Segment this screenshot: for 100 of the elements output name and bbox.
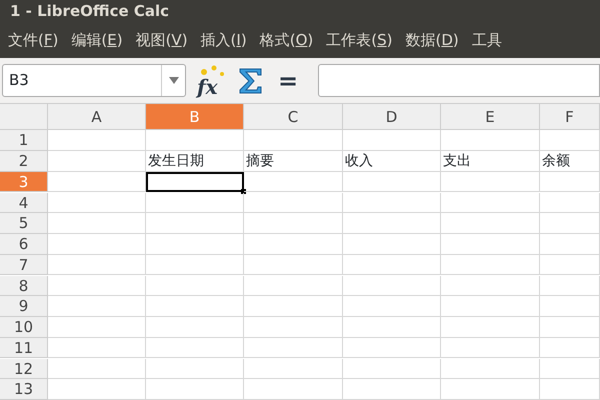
row-header[interactable]: 12 bbox=[0, 358, 48, 379]
row-header[interactable]: 13 bbox=[0, 379, 48, 400]
grid-cell[interactable] bbox=[343, 338, 441, 358]
grid-cell[interactable] bbox=[146, 213, 244, 234]
grid-cell[interactable] bbox=[343, 213, 441, 234]
grid-cell[interactable] bbox=[441, 254, 540, 276]
grid-cell[interactable] bbox=[244, 338, 343, 358]
menu-item[interactable]: 文件(F) bbox=[8, 28, 58, 52]
grid-cell[interactable] bbox=[540, 276, 600, 296]
grid-cell[interactable] bbox=[146, 379, 244, 400]
grid-cell[interactable]: 余额 bbox=[540, 151, 600, 172]
grid-cell[interactable] bbox=[343, 276, 441, 296]
grid-cell[interactable] bbox=[244, 192, 343, 213]
grid-cell[interactable] bbox=[48, 172, 146, 192]
grid-cell[interactable] bbox=[441, 276, 540, 296]
row-header[interactable]: 6 bbox=[0, 234, 48, 254]
grid-cell[interactable]: 摘要 bbox=[244, 151, 343, 172]
grid-cell[interactable] bbox=[244, 130, 343, 151]
grid-cell[interactable] bbox=[48, 317, 146, 338]
grid-cell[interactable]: 支出 bbox=[441, 151, 540, 172]
grid-cell[interactable] bbox=[343, 192, 441, 213]
grid-cell[interactable] bbox=[540, 213, 600, 234]
grid-cell[interactable] bbox=[343, 234, 441, 254]
grid-cell[interactable] bbox=[441, 192, 540, 213]
grid-cell[interactable] bbox=[540, 172, 600, 192]
grid-cell[interactable] bbox=[146, 358, 244, 379]
grid-cell[interactable] bbox=[146, 276, 244, 296]
fill-handle[interactable] bbox=[241, 189, 246, 194]
dropdown-arrow-icon[interactable] bbox=[168, 77, 178, 84]
menu-item[interactable]: 工具 bbox=[472, 28, 502, 52]
grid-cell[interactable] bbox=[48, 130, 146, 151]
grid-cell[interactable] bbox=[343, 379, 441, 400]
grid-cell[interactable] bbox=[48, 192, 146, 213]
grid-cell[interactable] bbox=[48, 358, 146, 379]
grid-cell[interactable] bbox=[441, 172, 540, 192]
column-header[interactable]: F bbox=[540, 104, 600, 130]
grid-cell[interactable] bbox=[540, 338, 600, 358]
grid-cell[interactable] bbox=[540, 130, 600, 151]
row-header[interactable]: 8 bbox=[0, 276, 48, 296]
grid-cell[interactable] bbox=[540, 254, 600, 276]
menu-item[interactable]: 视图(V) bbox=[136, 28, 188, 52]
row-header[interactable]: 7 bbox=[0, 254, 48, 276]
grid-cell[interactable] bbox=[343, 130, 441, 151]
grid-cell[interactable] bbox=[48, 234, 146, 254]
column-header[interactable]: C bbox=[244, 104, 343, 130]
grid-cell[interactable] bbox=[540, 192, 600, 213]
grid-cell[interactable] bbox=[244, 317, 343, 338]
grid-cell[interactable]: 发生日期 bbox=[146, 151, 244, 172]
name-box[interactable]: B3 bbox=[2, 64, 186, 97]
grid-cell[interactable] bbox=[48, 213, 146, 234]
active-cell[interactable] bbox=[146, 172, 244, 192]
grid-cell[interactable] bbox=[441, 213, 540, 234]
sum-icon[interactable] bbox=[238, 66, 264, 94]
grid-cell[interactable] bbox=[441, 296, 540, 317]
grid-cell[interactable] bbox=[343, 254, 441, 276]
grid-cell[interactable] bbox=[48, 254, 146, 276]
grid-cell[interactable] bbox=[441, 317, 540, 338]
row-header[interactable]: 4 bbox=[0, 192, 48, 213]
grid-cell[interactable] bbox=[146, 317, 244, 338]
grid-cell[interactable] bbox=[343, 317, 441, 338]
grid-cell[interactable] bbox=[146, 192, 244, 213]
grid-cell[interactable] bbox=[441, 338, 540, 358]
grid-cell[interactable] bbox=[540, 317, 600, 338]
formula-input[interactable] bbox=[318, 64, 600, 97]
grid-cell[interactable] bbox=[146, 296, 244, 317]
function-button[interactable]: = bbox=[272, 68, 304, 92]
grid-cell[interactable] bbox=[441, 358, 540, 379]
grid-cell[interactable] bbox=[48, 151, 146, 172]
grid-cell[interactable] bbox=[48, 379, 146, 400]
grid-cell[interactable] bbox=[540, 379, 600, 400]
grid-cell[interactable] bbox=[146, 254, 244, 276]
grid-cell[interactable] bbox=[343, 358, 441, 379]
grid-cell[interactable] bbox=[244, 213, 343, 234]
grid-cell[interactable] bbox=[146, 130, 244, 151]
row-header[interactable]: 11 bbox=[0, 338, 48, 358]
row-header[interactable]: 1 bbox=[0, 130, 48, 151]
row-header[interactable]: 10 bbox=[0, 317, 48, 338]
grid-cell[interactable] bbox=[48, 296, 146, 317]
grid-cell[interactable] bbox=[48, 276, 146, 296]
grid-cell[interactable] bbox=[441, 130, 540, 151]
grid-cell[interactable] bbox=[146, 234, 244, 254]
menu-item[interactable]: 格式(O) bbox=[260, 28, 314, 52]
grid-cell[interactable] bbox=[343, 172, 441, 192]
grid-cell[interactable] bbox=[244, 254, 343, 276]
grid-cell[interactable] bbox=[244, 358, 343, 379]
column-header[interactable]: A bbox=[48, 104, 146, 130]
grid-cell[interactable] bbox=[244, 234, 343, 254]
menu-item[interactable]: 工作表(S) bbox=[326, 28, 392, 52]
row-header[interactable]: 9 bbox=[0, 296, 48, 317]
grid-cell[interactable] bbox=[441, 234, 540, 254]
grid-cell[interactable] bbox=[540, 358, 600, 379]
grid-cell[interactable] bbox=[343, 296, 441, 317]
menu-item[interactable]: 插入(I) bbox=[200, 28, 247, 52]
grid-cell[interactable] bbox=[244, 379, 343, 400]
row-header[interactable]: 5 bbox=[0, 213, 48, 234]
menu-item[interactable]: 编辑(E) bbox=[71, 28, 123, 52]
grid-cell[interactable] bbox=[540, 296, 600, 317]
grid-cell[interactable] bbox=[244, 296, 343, 317]
row-header[interactable]: 2 bbox=[0, 151, 48, 172]
grid-cell[interactable] bbox=[244, 172, 343, 192]
